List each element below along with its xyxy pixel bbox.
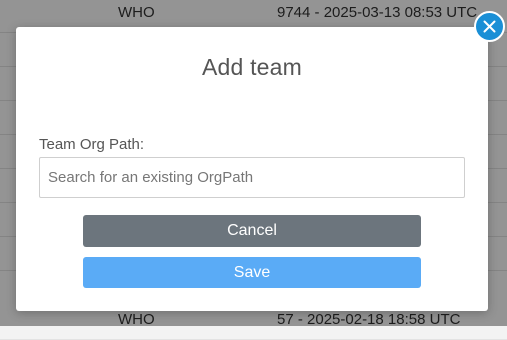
close-icon (483, 20, 496, 33)
dialog-title: Add team (201, 54, 303, 80)
save-button[interactable]: Save (83, 257, 421, 288)
close-dialog-button[interactable] (474, 11, 505, 42)
cancel-button[interactable]: Cancel (83, 215, 421, 247)
add-team-dialog: Add team Team Org Path: Cancel Save (16, 27, 488, 311)
org-path-search-input[interactable] (39, 157, 465, 198)
team-org-path-label: Team Org Path: (39, 136, 145, 153)
